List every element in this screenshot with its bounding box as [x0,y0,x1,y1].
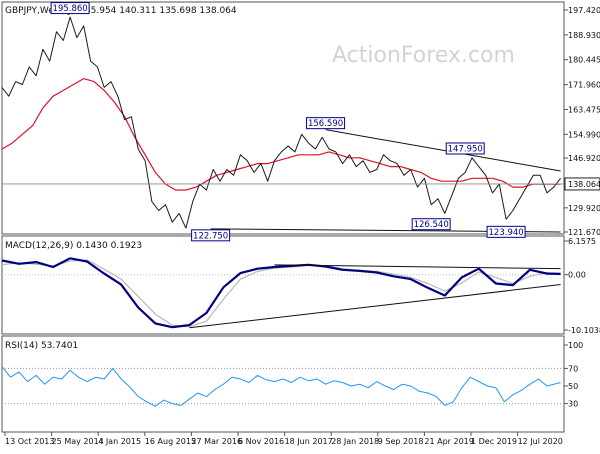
price-ytick-label: 180.445 [568,56,600,65]
xtick-label: 27 Mar 2016 [191,437,242,446]
rsi-panel-frame [1,335,565,433]
rsi-ytick-label: 30 [568,400,578,409]
chart-canvas: ActionForex.com GBPJPY,Weekly 135.954 14… [0,0,600,450]
xtick-label: 9 Sep 2018 [378,437,424,446]
last-price-label: 138.064 [568,180,600,189]
price-ytick-label: 146.920 [568,154,600,163]
rsi-ytick-label: 100 [568,341,583,350]
xtick-label: 4 Jan 2015 [98,437,141,446]
xtick-label: 13 Oct 2013 [5,437,54,446]
macd-trendline [189,284,561,329]
plot-layer: 197.420 188.930 180.445 171.960 163.475 154.9… [1,2,600,446]
xtick-label: 6 Nov 2016 [238,437,284,446]
rsi-title: RSI(14) 53.7401 [5,341,78,351]
ohlc-label: 135.954 140.311 135.698 138.064 [79,6,237,16]
price-ytick-label: 171.960 [568,81,600,90]
ema-line [1,77,561,191]
macd-ytick-label: 6.1575 [568,237,596,246]
xtick-label: 21 Apr 2019 [424,437,473,446]
price-annotation-label: 122.750 [193,231,228,241]
watermark: ActionForex.com [332,43,515,68]
price-ytick-label: 197.420 [568,6,600,15]
macd-title: MACD(12,26,9) 0.1430 0.1923 [5,241,142,251]
price-annotation-label: 156.590 [308,119,343,129]
price-ytick-label: 154.990 [568,130,600,139]
price-ytick-label: 129.920 [568,204,600,213]
xtick-label: 16 Aug 2015 [145,437,196,446]
rsi-line [1,366,561,407]
xtick-label: 12 Jul 2020 [518,437,563,446]
xtick-label: 18 Jun 2017 [285,437,333,446]
price-annotation-label: 195.860 [53,4,88,14]
price-annotation-label: 147.950 [448,144,483,154]
price-ytick-label: 121.670 [568,228,600,237]
rsi-ytick-label: 70 [568,364,578,373]
macd-ytick-label: -10.1038 [568,326,600,335]
chart-title: GBPJPY,Weekly 135.954 140.311 135.698 13… [5,6,237,16]
rsi-ytick-label: 50 [568,382,578,391]
xtick-label: 28 Jan 2018 [331,437,379,446]
xtick-label: 1 Dec 2019 [471,437,517,446]
price-ytick-label: 188.930 [568,31,600,40]
chart-svg: ActionForex.com GBPJPY,Weekly 135.954 14… [1,1,600,446]
macd-ytick-label: 0.00 [568,271,586,280]
price-trendline [325,129,561,172]
price-ytick-label: 163.475 [568,105,600,114]
price-annotation-label: 123.940 [489,228,524,238]
price-annotation-label: 126.540 [414,220,449,230]
xtick-label: 25 May 2014 [52,437,104,446]
